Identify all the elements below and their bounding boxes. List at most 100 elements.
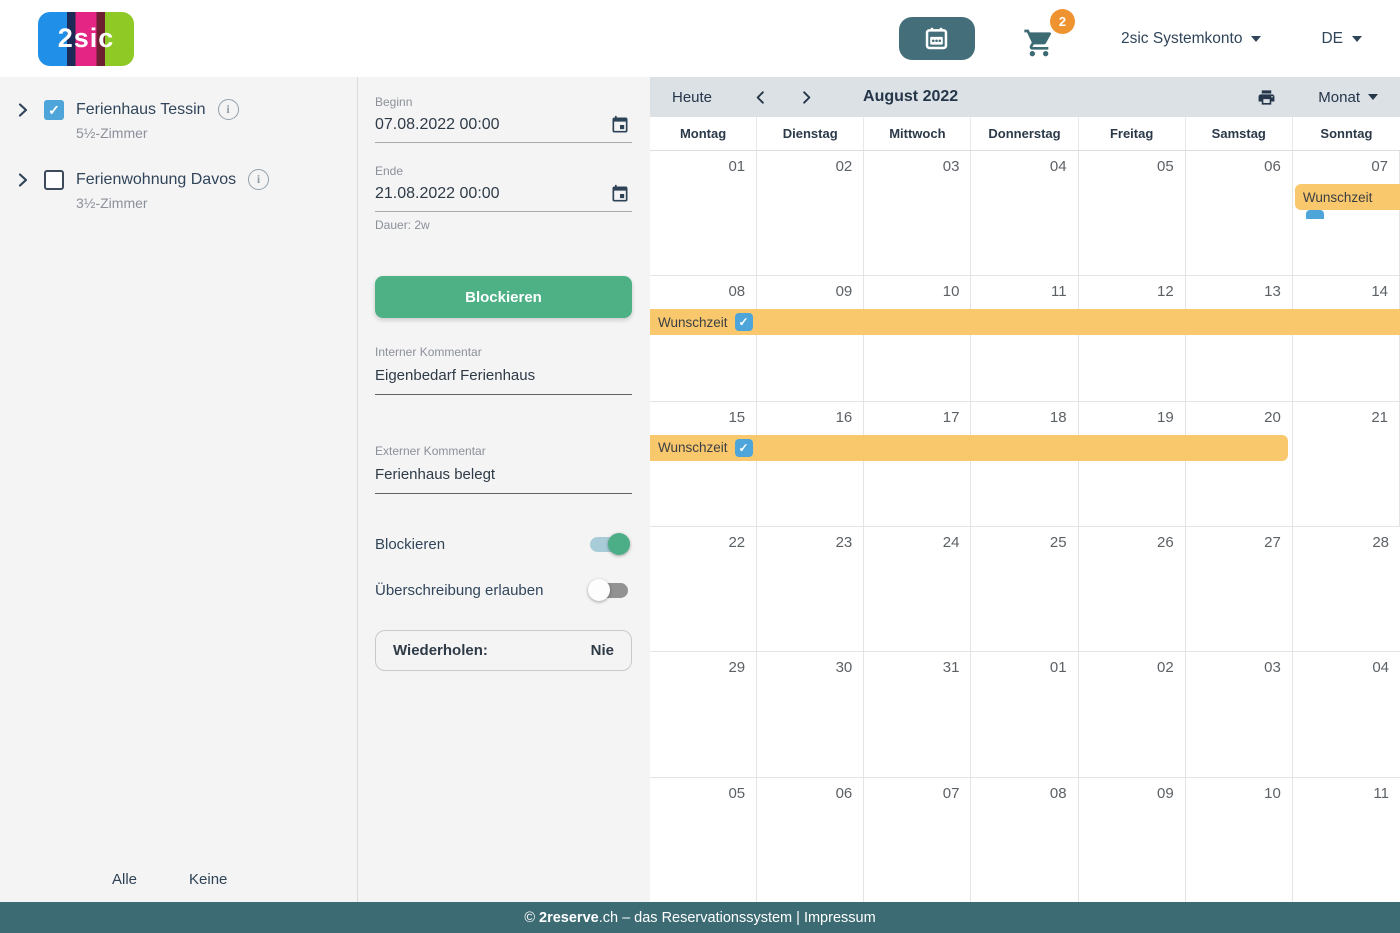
calendar-day-cell[interactable]: 02 [757,151,864,275]
event-label: Wunschzeit [658,315,728,330]
calendar-day-cell[interactable]: 19 [1079,402,1186,526]
calendar-day-cell[interactable]: 11 [971,276,1078,400]
end-value: 21.08.2022 00:00 [375,185,500,203]
chevron-left-icon[interactable] [752,89,769,106]
calendar-day-cell[interactable]: 28 [1293,527,1400,651]
calendar-day-cell[interactable]: 01 [650,151,757,275]
block-button[interactable]: Blockieren [375,276,632,318]
sidebar-item-ferienhaus-tessin[interactable]: Ferienhaus Tessin 5½-Zimmer [0,89,357,141]
toggle-thumb [588,579,610,601]
calendar-day-cell[interactable]: 05 [1079,151,1186,275]
language-menu[interactable]: DE [1321,30,1362,48]
print-icon[interactable] [1257,88,1276,107]
calendar-day-cell[interactable]: 02 [1079,652,1186,776]
event-checkbox-clipped [1306,210,1324,219]
calendar-day-cell[interactable]: 08 [971,778,1078,902]
calendar-day-cell[interactable]: 26 [1079,527,1186,651]
chevron-right-icon[interactable] [14,171,32,189]
calendar-view-button[interactable] [899,17,975,60]
date-picker-icon[interactable] [610,115,630,135]
calendar-day-cell[interactable]: 31 [864,652,971,776]
event-wunschzeit[interactable]: Wunschzeit [1295,184,1400,210]
calendar-day-cell[interactable]: 06 [1186,151,1293,275]
view-selector[interactable]: Monat [1318,89,1378,106]
block-toggle-switch[interactable] [590,537,628,552]
internal-comment-group: Interner Kommentar Eigenbedarf Ferienhau… [375,345,632,395]
main-area: Ferienhaus Tessin 5½-Zimmer Ferienwohnun… [0,77,1400,902]
select-none-button[interactable]: Keine [189,871,227,888]
calendar-day-cell[interactable]: 09 [1079,778,1186,902]
weekday-label: Dienstag [757,117,864,150]
weekday-label: Mittwoch [864,117,971,150]
sidebar-item-ferienwohnung-davos[interactable]: Ferienwohnung Davos 3½-Zimmer [0,159,357,211]
calendar-day-cell[interactable]: 04 [971,151,1078,275]
chevron-right-icon[interactable] [798,89,815,106]
repeat-value: Nie [591,642,614,659]
internal-comment-input[interactable]: Eigenbedarf Ferienhaus [375,361,632,395]
calendar-day-cell[interactable]: 29 [650,652,757,776]
weekday-header: Montag Dienstag Mittwoch Donnerstag Frei… [650,117,1400,151]
calendar-day-cell[interactable]: 21 [1293,402,1400,526]
chevron-down-icon [1352,36,1362,42]
chevron-right-icon[interactable] [14,101,32,119]
repeat-selector[interactable]: Wiederholen: Nie [375,630,632,671]
calendar-day-cell[interactable]: 15 [650,402,757,526]
calendar-day-cell[interactable]: 09 [757,276,864,400]
calendar-day-cell[interactable]: 27 [1186,527,1293,651]
calendar-day-cell[interactable]: 10 [1186,778,1293,902]
calendar-day-cell[interactable]: 24 [864,527,971,651]
cart-button[interactable]: 2 [1023,17,1063,61]
calendar-day-cell[interactable]: 22 [650,527,757,651]
calendar-day-cell[interactable]: 08 [650,276,757,400]
app-logo: 2sic [38,12,134,66]
view-label: Monat [1318,89,1360,106]
footer-brand: 2reserve [539,910,599,926]
impressum-link[interactable]: Impressum [804,910,876,926]
calendar-day-cell[interactable]: 06 [757,778,864,902]
footer: © 2reserve .ch – das Reservationssystem … [0,902,1400,933]
external-comment-input[interactable]: Ferienhaus belegt [375,460,632,494]
calendar-week-row: 08 09 10 11 12 13 14 Wunschzeit [650,276,1400,401]
calendar-day-cell[interactable]: 03 [864,151,971,275]
calendar-week-row: 01 02 03 04 05 06 07 Wunschzeit [650,151,1400,276]
calendar-day-cell[interactable]: 05 [650,778,757,902]
calendar-day-cell[interactable]: 14 [1293,276,1400,400]
override-toggle-switch[interactable] [590,583,628,598]
event-wunschzeit[interactable]: Wunschzeit [650,435,1288,461]
calendar-day-cell[interactable]: 13 [1186,276,1293,400]
event-wunschzeit[interactable]: Wunschzeit [650,309,1400,335]
info-icon[interactable] [248,169,269,190]
calendar-day-cell[interactable]: 10 [864,276,971,400]
external-comment-group: Externer Kommentar Ferienhaus belegt [375,444,632,494]
calendar-day-cell[interactable]: 07 [864,778,971,902]
today-button[interactable]: Heute [672,89,712,106]
calendar-day-cell[interactable]: 12 [1079,276,1186,400]
calendar-day-cell[interactable]: 16 [757,402,864,526]
property-checkbox[interactable] [44,100,64,120]
calendar-day-cell[interactable]: 18 [971,402,1078,526]
calendar-day-cell[interactable]: 03 [1186,652,1293,776]
calendar-day-cell[interactable]: 30 [757,652,864,776]
footer-text: .ch – das Reservationssystem | [599,910,804,926]
calendar-day-cell[interactable]: 20 [1186,402,1293,526]
account-menu[interactable]: 2sic Systemkonto [1121,30,1261,48]
footer-copyright: © [524,910,539,926]
account-label: 2sic Systemkonto [1121,30,1242,48]
calendar-day-cell[interactable]: 23 [757,527,864,651]
calendar-day-cell[interactable]: 01 [971,652,1078,776]
date-picker-icon[interactable] [610,184,630,204]
begin-input[interactable]: 07.08.2022 00:00 [375,111,632,143]
calendar-day-cell[interactable]: 04 [1293,652,1400,776]
checked-checkbox-icon[interactable] [735,439,753,457]
calendar-day-cell[interactable]: 17 [864,402,971,526]
checked-checkbox-icon[interactable] [735,313,753,331]
duration-hint: Dauer: 2w [375,218,632,232]
calendar-day-cell[interactable]: 25 [971,527,1078,651]
calendar-day-cell[interactable]: 11 [1293,778,1400,902]
calendar-week-row: 22 23 24 25 26 27 28 [650,527,1400,652]
property-label: Ferienwohnung Davos [76,171,236,189]
info-icon[interactable] [218,99,239,120]
end-input[interactable]: 21.08.2022 00:00 [375,180,632,212]
property-checkbox[interactable] [44,170,64,190]
select-all-button[interactable]: Alle [112,871,137,888]
